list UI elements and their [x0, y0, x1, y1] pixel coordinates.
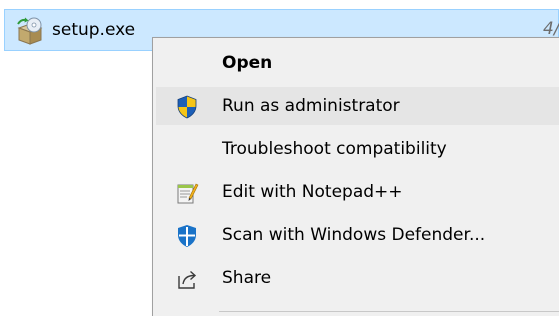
- menu-item-troubleshoot-compatibility[interactable]: Troubleshoot compatibility: [156, 130, 559, 168]
- menu-item-edit-with-notepad-plus-plus-label: Edit with Notepad++: [222, 182, 403, 202]
- file-name: setup.exe: [52, 20, 136, 40]
- menu-item-run-as-administrator-label: Run as administrator: [222, 96, 400, 116]
- menu-item-scan-with-windows-defender-label: Scan with Windows Defender...: [222, 225, 486, 245]
- menu-item-troubleshoot-compatibility-label: Troubleshoot compatibility: [222, 139, 447, 159]
- menu-item-share[interactable]: Share: [156, 259, 559, 297]
- installer-icon: [15, 16, 45, 46]
- menu-item-run-as-administrator[interactable]: Run as administrator: [156, 87, 559, 125]
- menu-separator: [219, 311, 559, 312]
- uac-shield-icon: [175, 95, 199, 119]
- notepad-plus-plus-icon: [175, 181, 199, 205]
- windows-defender-icon: [175, 224, 199, 248]
- menu-item-share-label: Share: [222, 268, 272, 288]
- menu-item-open-label: Open: [222, 53, 273, 73]
- context-menu: Open Run as administrator Troubleshoot c…: [152, 37, 559, 316]
- share-icon: [175, 267, 199, 291]
- menu-item-scan-with-windows-defender[interactable]: Scan with Windows Defender...: [156, 216, 559, 254]
- menu-item-open[interactable]: Open: [156, 44, 559, 82]
- menu-item-edit-with-notepad-plus-plus[interactable]: Edit with Notepad++: [156, 173, 559, 211]
- explorer-window: setup.exe 4/ Open Run as administrator T…: [0, 0, 559, 316]
